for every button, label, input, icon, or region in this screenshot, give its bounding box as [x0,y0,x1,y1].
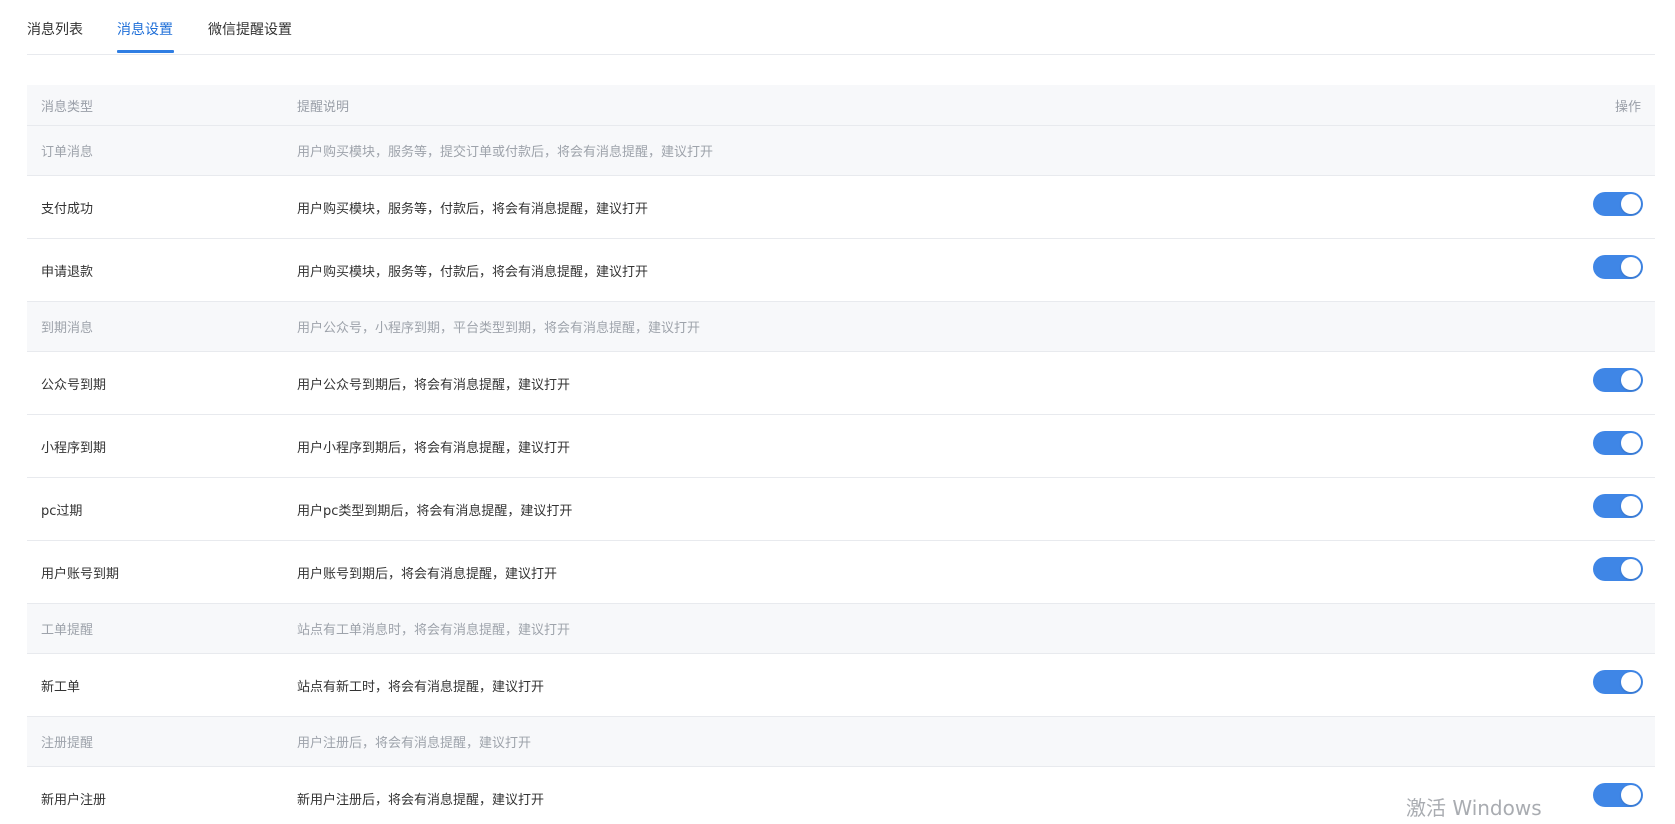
notification-toggle[interactable] [1593,255,1643,279]
notification-toggle[interactable] [1593,192,1643,216]
toggle-knob [1621,370,1641,390]
message-type-label: 新工单 [41,679,81,695]
table-row: 申请退款 用户购买模块，服务等，付款后，将会有消息提醒，建议打开 [27,239,1655,302]
message-settings-page: 消息列表 消息设置 微信提醒设置 消息类型 提醒说明 操作 订单消息用户购买模块… [0,0,1675,824]
message-description: 用户账号到期后，将会有消息提醒，建议打开 [297,566,558,582]
group-description: 站点有工单消息时，将会有消息提醒，建议打开 [297,623,571,638]
table-row: 小程序到期 用户小程序到期后，将会有消息提醒，建议打开 [27,415,1655,478]
active-tab-indicator [117,50,174,53]
column-header-action: 操作 [1614,99,1641,115]
message-description: 站点有新工时，将会有消息提醒，建议打开 [297,679,545,695]
message-type-label: 用户账号到期 [41,566,120,582]
message-description: 用户小程序到期后，将会有消息提醒，建议打开 [297,440,571,456]
toggle-knob [1621,496,1641,516]
column-header-desc: 提醒说明 [297,99,350,115]
tab-message-list[interactable]: 消息列表 [27,20,83,40]
notification-toggle[interactable] [1593,431,1643,455]
group-description: 用户公众号，小程序到期，平台类型到期，将会有消息提醒，建议打开 [297,321,701,336]
table-row: pc过期 用户pc类型到期后，将会有消息提醒，建议打开 [27,478,1655,541]
group-type-label: 工单提醒 [41,623,94,638]
message-type-label: 新用户注册 [41,793,107,808]
toggle-knob [1621,785,1641,805]
message-type-label: pc过期 [41,503,83,519]
table-row: 支付成功 用户购买模块，服务等，付款后，将会有消息提醒，建议打开 [27,176,1655,239]
group-type-label: 到期消息 [41,321,94,336]
group-row: 工单提醒 站点有工单消息时，将会有消息提醒，建议打开 [27,604,1655,654]
message-settings-table: 消息类型 提醒说明 操作 订单消息 用户购买模块，服务等，提交订单或付款后，将会有… [27,85,1655,824]
toggle-knob [1621,559,1641,579]
table-row: 公众号到期 用户公众号到期后，将会有消息提醒，建议打开 [27,352,1655,415]
table-header: 消息类型 提醒说明 操作 [27,85,1655,126]
tab-wechat-reminder-settings[interactable]: 微信提醒设置 [208,20,292,40]
group-row: 注册提醒 用户注册后，将会有消息提醒，建议打开 [27,717,1655,767]
group-row: 订单消息 用户购买模块，服务等，提交订单或付款后，将会有消息提醒，建议打开 [27,126,1655,176]
table-row: 用户账号到期 用户账号到期后，将会有消息提醒，建议打开 [27,541,1655,604]
notification-toggle[interactable] [1593,557,1643,581]
tab-message-settings[interactable]: 消息设置 [117,20,173,40]
notification-toggle[interactable] [1593,783,1643,807]
windows-activation-watermark: 激活 Windows [1406,796,1542,820]
column-header-type: 消息类型 [41,99,94,115]
group-type-label: 订单消息 [41,145,94,160]
notification-toggle[interactable] [1593,494,1643,518]
message-type-label: 支付成功 [41,201,94,217]
toggle-knob [1621,257,1641,277]
notification-toggle[interactable] [1593,368,1643,392]
message-type-label: 申请退款 [41,264,94,280]
message-description: 用户pc类型到期后，将会有消息提醒，建议打开 [297,503,573,519]
message-description: 用户购买模块，服务等，付款后，将会有消息提醒，建议打开 [297,201,649,217]
tab-bar: 消息列表 消息设置 微信提醒设置 [27,0,1655,55]
table-body: 订单消息 用户购买模块，服务等，提交订单或付款后，将会有消息提醒，建议打开支付成功… [27,126,1655,824]
toggle-knob [1621,194,1641,214]
toggle-knob [1621,433,1641,453]
notification-toggle[interactable] [1593,670,1643,694]
group-row: 到期消息 用户公众号，小程序到期，平台类型到期，将会有消息提醒，建议打开 [27,302,1655,352]
toggle-knob [1621,672,1641,692]
table-row: 新工单 站点有新工时，将会有消息提醒，建议打开 [27,654,1655,717]
group-type-label: 注册提醒 [41,736,94,751]
group-description: 用户购买模块，服务等，提交订单或付款后，将会有消息提醒，建议打开 [297,145,714,160]
message-type-label: 小程序到期 [41,440,107,456]
message-type-label: 公众号到期 [41,377,107,393]
message-description: 新用户注册后，将会有消息提醒，建议打开 [297,793,545,808]
message-description: 用户购买模块，服务等，付款后，将会有消息提醒，建议打开 [297,264,649,280]
group-description: 用户注册后，将会有消息提醒，建议打开 [297,736,532,751]
message-description: 用户公众号到期后，将会有消息提醒，建议打开 [297,377,571,393]
